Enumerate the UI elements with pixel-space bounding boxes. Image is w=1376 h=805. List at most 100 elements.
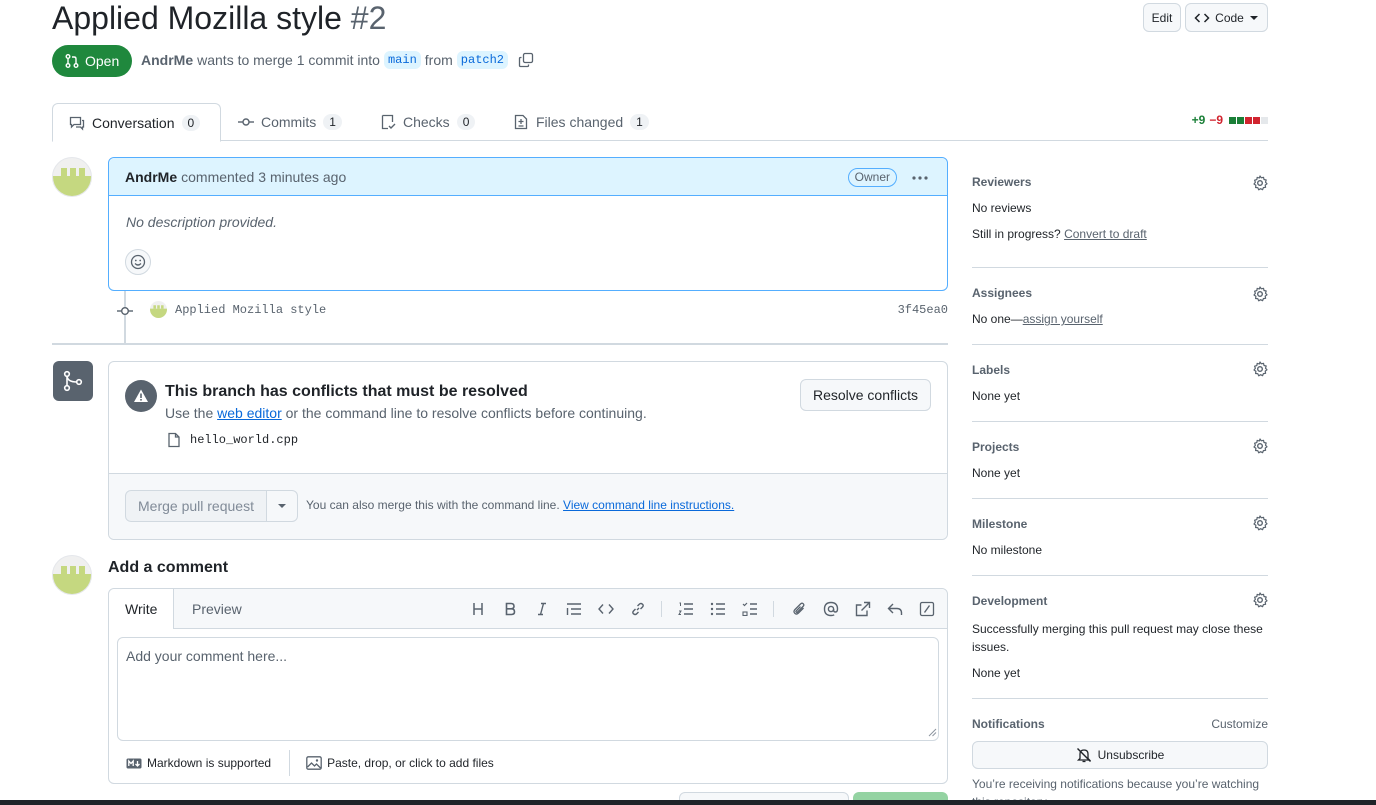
comment-textarea[interactable]: Add your comment here... [117, 637, 939, 741]
tab-files-label: Files changed [536, 114, 624, 130]
code-icon[interactable] [597, 600, 615, 618]
customize-link[interactable]: Customize [1211, 717, 1268, 731]
reply-icon[interactable] [886, 600, 904, 618]
file-diff-icon [514, 114, 528, 130]
link-icon[interactable] [629, 600, 647, 618]
avatar[interactable] [52, 157, 92, 197]
copy-icon[interactable] [518, 52, 534, 68]
assignees-row: No one—assign yourself [972, 312, 1103, 326]
gear-icon[interactable] [1252, 515, 1268, 531]
tab-checks-count: 0 [456, 114, 476, 130]
labels-heading[interactable]: Labels [972, 363, 1010, 377]
assign-yourself-link[interactable]: assign yourself [1023, 312, 1103, 326]
gear-icon[interactable] [1252, 175, 1268, 191]
tab-commits[interactable]: Commits 1 [222, 103, 358, 141]
merge-box: This branch has conflicts that must be r… [108, 361, 948, 540]
author-link[interactable]: AndrMe [141, 52, 193, 68]
comment-time[interactable]: 3 minutes ago [258, 169, 346, 185]
checklist-icon [381, 114, 396, 130]
avatar[interactable] [52, 555, 92, 595]
state-badge: Open [52, 45, 133, 77]
conflict-file-name: hello_world.cpp [190, 433, 299, 447]
convert-to-draft-link[interactable]: Convert to draft [1064, 227, 1147, 241]
comment-editor: Write Preview Add your comment here... M… [108, 588, 948, 784]
diffstat: +9 −9 [1192, 113, 1268, 127]
merge-note-text: You can also merge this with the command… [306, 498, 560, 512]
kebab-menu-icon[interactable] [911, 170, 929, 186]
diffstat-block [1229, 116, 1236, 124]
tab-write[interactable]: Write [109, 589, 175, 629]
command-line-instructions-link[interactable]: View command line instructions. [563, 498, 734, 512]
conflict-sub-suffix: or the command line to resolve conflicts… [285, 405, 647, 421]
development-heading[interactable]: Development [972, 594, 1047, 608]
projects-heading[interactable]: Projects [972, 440, 1019, 454]
commit-message[interactable]: Applied Mozilla style [175, 303, 326, 317]
merge-options-button[interactable] [267, 490, 298, 522]
tab-preview[interactable]: Preview [176, 589, 258, 629]
reviewers-heading[interactable]: Reviewers [972, 175, 1031, 189]
head-branch[interactable]: patch2 [456, 51, 509, 69]
attach-files-button[interactable]: Paste, drop, or click to add files [306, 756, 494, 770]
unsubscribe-label: Unsubscribe [1097, 748, 1165, 762]
gear-icon[interactable] [1252, 361, 1268, 377]
commit-icon [238, 118, 254, 126]
diffstat-block [1245, 116, 1252, 124]
milestone-heading[interactable]: Milestone [972, 517, 1027, 531]
merge-footer: Merge pull request You can also merge th… [109, 473, 947, 539]
smiley-icon [130, 254, 146, 270]
pull-request-icon [65, 54, 79, 68]
reviewers-value: No reviews [972, 201, 1032, 215]
task-list-icon[interactable] [741, 600, 759, 618]
tab-conversation[interactable]: Conversation 0 [52, 103, 221, 142]
add-reaction-button[interactable] [125, 249, 151, 275]
git-merge-icon [63, 370, 83, 392]
tab-files-changed[interactable]: Files changed 1 [497, 103, 665, 141]
commit-avatar[interactable] [150, 301, 167, 318]
tab-commits-count: 1 [323, 114, 342, 130]
tab-checks[interactable]: Checks 0 [364, 103, 491, 141]
gear-icon[interactable] [1252, 592, 1268, 608]
comment-author[interactable]: AndrMe [125, 169, 177, 185]
merge-pull-request-button[interactable]: Merge pull request [125, 490, 267, 522]
paperclip-icon[interactable] [790, 600, 808, 618]
mention-icon[interactable] [822, 600, 840, 618]
toolbar-divider [661, 601, 662, 617]
gear-icon[interactable] [1252, 438, 1268, 454]
editor-tabs: Write Preview [109, 589, 947, 629]
conflict-subtitle: Use the web editor or the command line t… [165, 405, 647, 421]
code-button[interactable]: Code [1185, 3, 1268, 32]
unsubscribe-button[interactable]: Unsubscribe [972, 741, 1268, 769]
tab-files-count: 1 [630, 114, 649, 130]
resize-handle-icon[interactable] [927, 727, 937, 737]
bold-icon[interactable] [501, 600, 519, 618]
heading-icon[interactable] [469, 600, 487, 618]
ordered-list-icon[interactable] [677, 600, 695, 618]
web-editor-link[interactable]: web editor [217, 405, 282, 421]
gear-icon[interactable] [1252, 286, 1268, 302]
assignees-value: No one— [972, 312, 1023, 326]
base-branch[interactable]: main [383, 51, 421, 69]
diffstat-additions: +9 [1191, 113, 1206, 127]
markdown-supported-link[interactable]: Markdown is supported [126, 756, 271, 770]
commit-row: Applied Mozilla style 3f45ea0 [116, 300, 948, 322]
italic-icon[interactable] [533, 600, 551, 618]
assignees-heading[interactable]: Assignees [972, 286, 1032, 300]
resolve-conflicts-button[interactable]: Resolve conflicts [799, 379, 931, 411]
comment-action: commented [181, 168, 255, 185]
pr-title-text: Applied Mozilla style [52, 0, 342, 36]
labels-value: None yet [972, 389, 1021, 403]
cross-reference-icon[interactable] [854, 600, 872, 618]
toolbar-divider [773, 601, 774, 617]
edit-button[interactable]: Edit [1143, 3, 1181, 32]
markdown-icon [126, 758, 142, 768]
diffstat-block [1253, 116, 1260, 124]
sidebar-reviewers: Reviewers No reviews Still in progress? … [972, 165, 1268, 268]
quote-icon[interactable] [565, 600, 583, 618]
slash-command-icon[interactable] [918, 600, 936, 618]
development-note: Successfully merging this pull request m… [972, 622, 1263, 654]
window-bottom-edge [0, 800, 1376, 805]
unordered-list-icon[interactable] [709, 600, 727, 618]
meta-merge-text: wants to merge 1 commit into [197, 52, 380, 68]
milestone-value: No milestone [972, 543, 1043, 557]
commit-sha[interactable]: 3f45ea0 [898, 303, 948, 317]
